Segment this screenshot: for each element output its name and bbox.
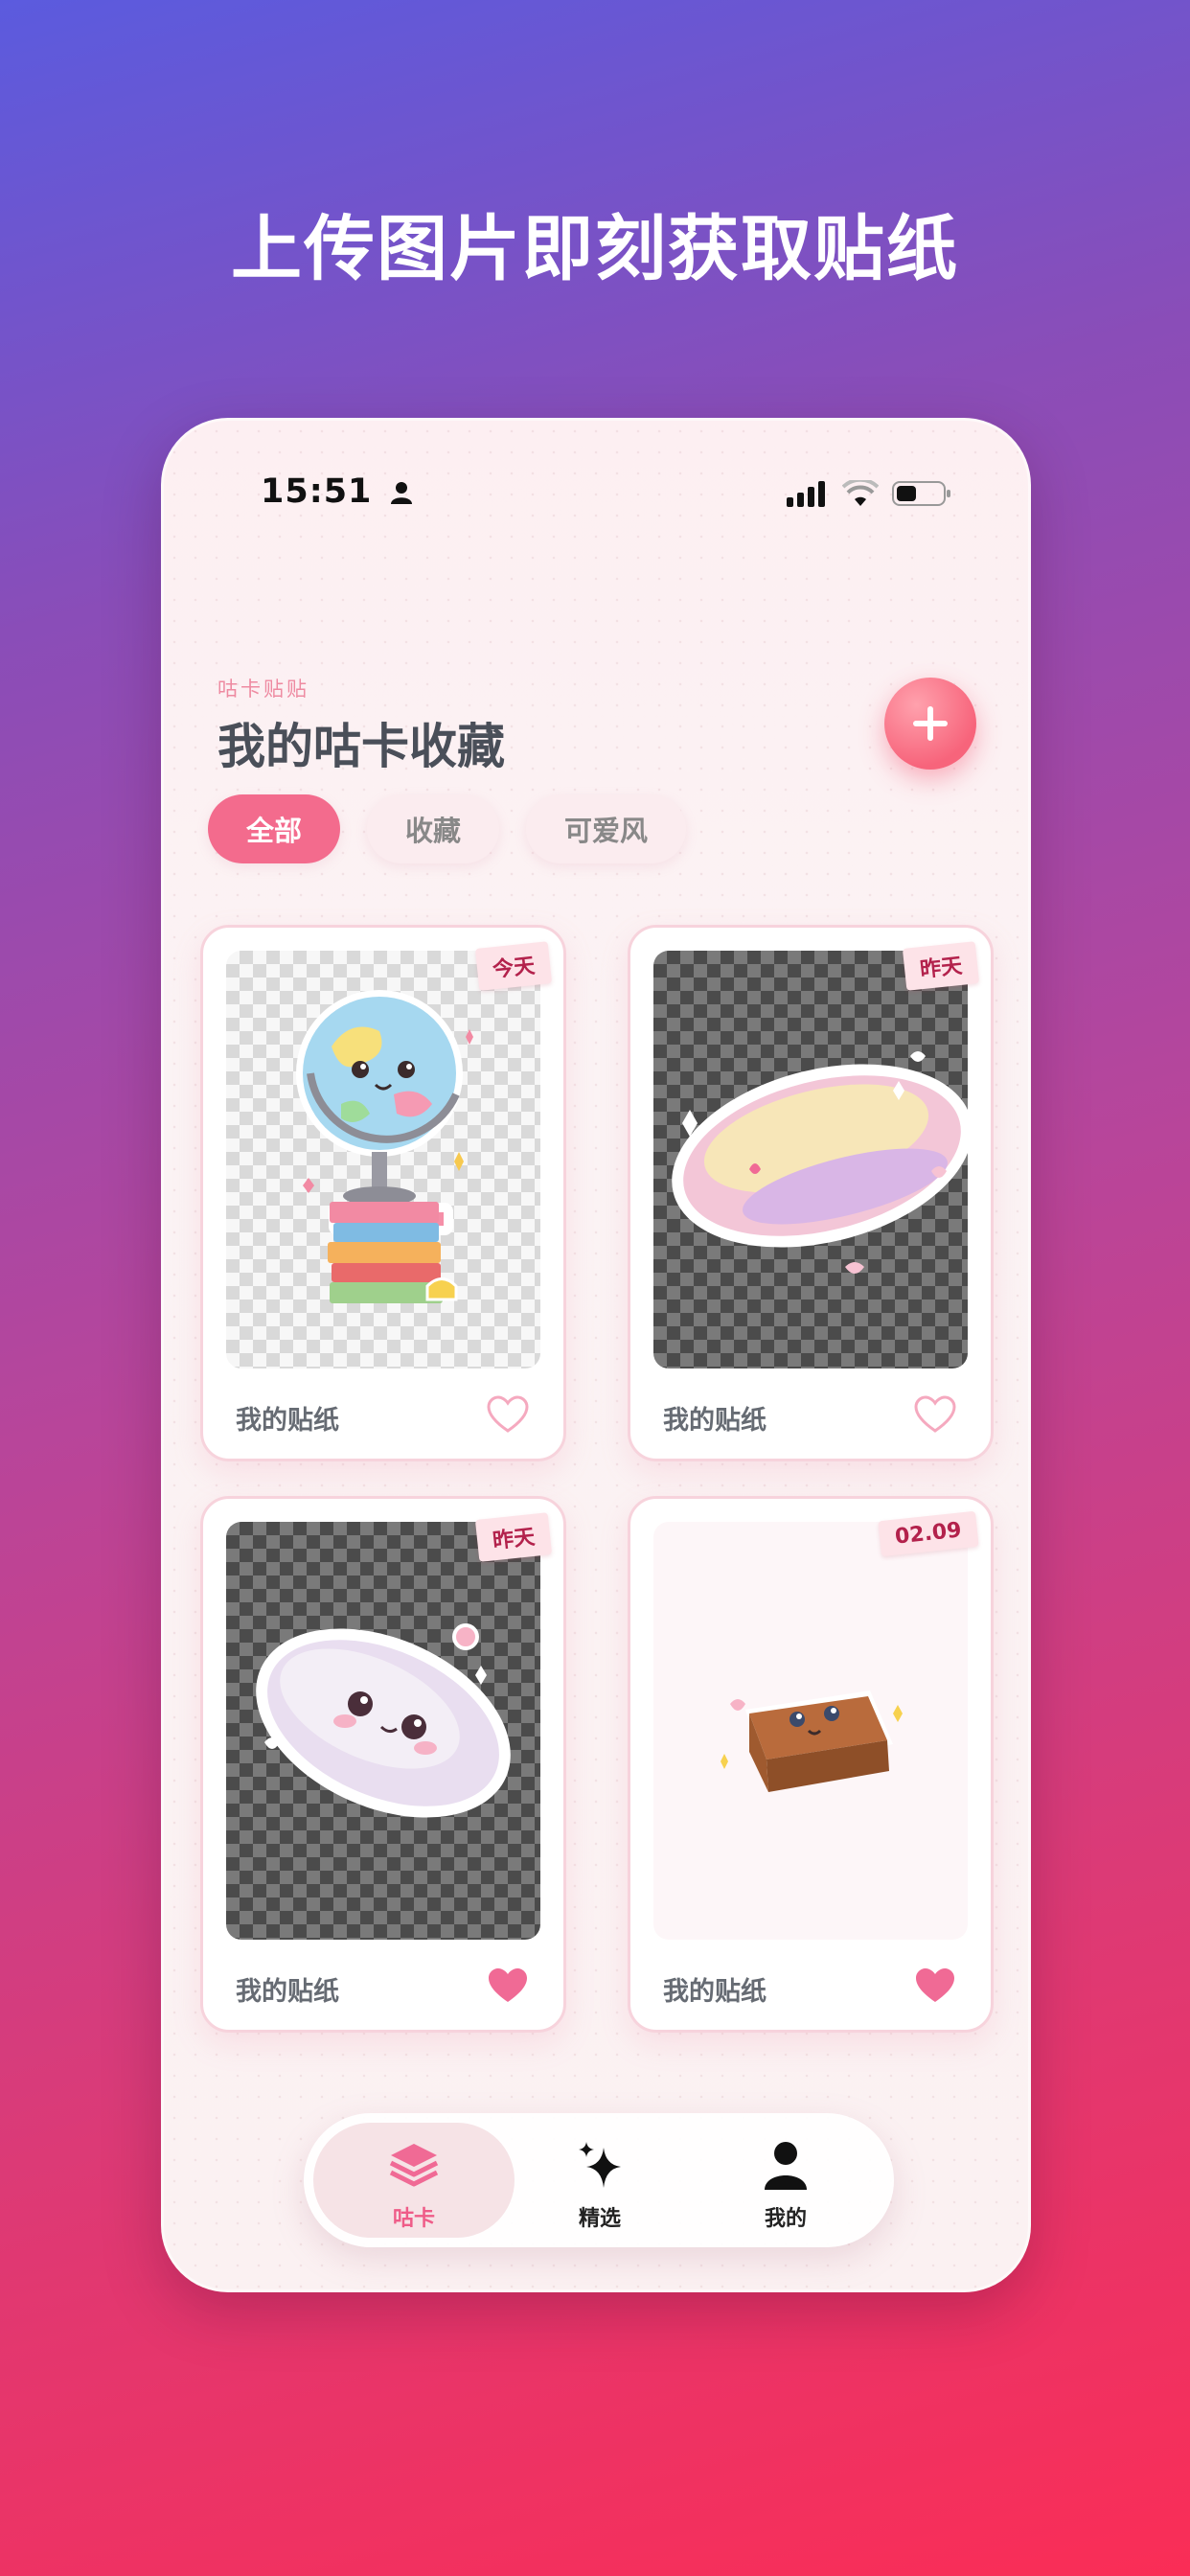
sparkle-icon — [579, 2142, 621, 2188]
tab-guka[interactable]: 咕卡 — [313, 2123, 515, 2238]
add-sticker-button[interactable] — [884, 678, 976, 770]
person-icon — [765, 2142, 807, 2190]
app-subtitle: 咕卡贴贴 — [217, 678, 309, 701]
plus-icon — [913, 706, 948, 741]
heart-filled-icon[interactable] — [487, 1966, 529, 2005]
sticker-card[interactable]: 昨天 我的贴纸 — [628, 925, 994, 1461]
phone-screen: 15:51 咕卡贴贴 我的咕卡收藏 全部 收藏 可爱风 今天 我的贴纸 昨天 我… — [161, 418, 1031, 2292]
date-tag: 昨天 — [474, 1512, 553, 1562]
status-bar: 15:51 — [164, 472, 1028, 520]
date-tag: 今天 — [474, 941, 553, 991]
card-title: 我的贴纸 — [663, 1977, 767, 2007]
card-title: 我的贴纸 — [236, 1977, 339, 2007]
sticker-card[interactable]: 今天 我的贴纸 — [200, 925, 566, 1461]
status-time: 15:51 — [261, 472, 414, 511]
person-status-icon — [390, 482, 412, 504]
sticker-card[interactable]: 02.09 我的贴纸 — [628, 1496, 994, 2033]
tab-featured[interactable]: 精选 — [499, 2123, 700, 2238]
bottom-tab-bar: 咕卡 精选 我的 — [304, 2113, 894, 2247]
filter-chip-favorites[interactable]: 收藏 — [367, 794, 500, 863]
layers-icon — [389, 2144, 439, 2187]
promo-headline: 上传图片即刻获取贴纸 — [231, 208, 959, 290]
sticker-image-wooden-block — [653, 1522, 968, 1940]
tab-profile[interactable]: 我的 — [685, 2123, 886, 2238]
tab-label: 我的 — [764, 2207, 807, 2231]
heart-outline-icon[interactable] — [487, 1395, 529, 1434]
date-tag: 昨天 — [902, 941, 980, 991]
sticker-image-pink-mouse — [653, 951, 968, 1368]
card-title: 我的贴纸 — [236, 1406, 339, 1436]
sticker-image-globe — [226, 951, 540, 1368]
tab-label: 精选 — [578, 2207, 621, 2231]
tab-label: 咕卡 — [392, 2207, 435, 2231]
heart-filled-icon[interactable] — [914, 1966, 956, 2005]
cellular-signal-icon — [787, 481, 825, 507]
filter-chips: 全部 收藏 可爱风 — [208, 794, 687, 863]
battery-icon — [892, 481, 950, 506]
sticker-card[interactable]: 昨天 我的贴纸 — [200, 1496, 566, 2033]
card-title: 我的贴纸 — [663, 1406, 767, 1436]
filter-chip-cute-style[interactable]: 可爱风 — [526, 794, 687, 863]
filter-chip-all[interactable]: 全部 — [208, 794, 341, 863]
page-title: 我的咕卡收藏 — [217, 719, 505, 774]
wifi-icon — [842, 480, 879, 506]
sticker-image-cute-mouse — [226, 1522, 540, 1940]
heart-outline-icon[interactable] — [914, 1395, 956, 1434]
status-icons — [787, 480, 951, 507]
